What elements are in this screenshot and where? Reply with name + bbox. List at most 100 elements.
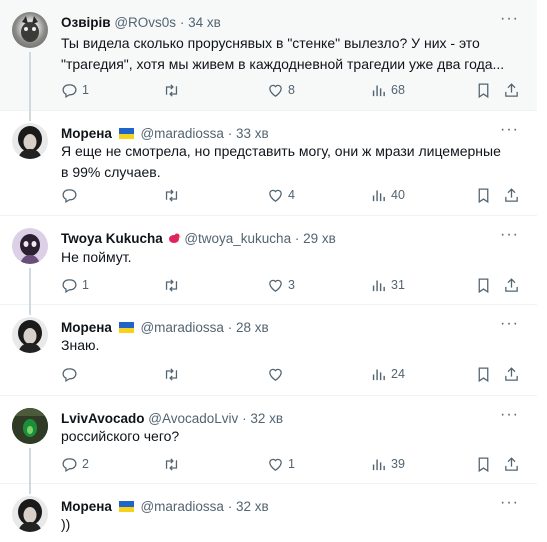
- share-button[interactable]: [503, 364, 524, 384]
- tweet-1[interactable]: Озвірів @ROvs0s · 34 хв ··· Ты видела ск…: [0, 0, 537, 111]
- display-name[interactable]: LvivAvocado: [61, 411, 145, 426]
- views-icon: [372, 369, 385, 380]
- action-bar: 24: [61, 364, 519, 384]
- avatar[interactable]: [12, 123, 48, 159]
- views-button[interactable]: 24: [370, 364, 405, 384]
- action-bar: 1 8 68: [61, 80, 519, 100]
- views-count: 24: [391, 367, 405, 381]
- tweet-text: Знаю.: [61, 337, 100, 353]
- user-handle[interactable]: @ROvs0s: [114, 15, 176, 30]
- thread-line: [29, 305, 31, 315]
- like-button[interactable]: 8: [267, 80, 295, 100]
- retweet-button[interactable]: [163, 364, 184, 384]
- tweet-text: Я еще не смотрела, но представить могу, …: [61, 143, 501, 180]
- user-handle[interactable]: @maradiossa: [140, 499, 224, 514]
- reply-count: 2: [82, 457, 89, 471]
- views-count: 31: [391, 278, 405, 292]
- like-button[interactable]: 4: [267, 185, 295, 205]
- tweet-text: )): [61, 516, 71, 532]
- share-icon: [505, 82, 518, 97]
- views-icon: [372, 190, 385, 201]
- timestamp[interactable]: 33 хв: [236, 126, 269, 141]
- reply-button[interactable]: 2: [61, 454, 89, 474]
- more-icon[interactable]: ···: [500, 406, 519, 424]
- share-button[interactable]: [503, 454, 524, 474]
- ukraine-flag-icon: [118, 128, 134, 139]
- tweet-text: Не поймут.: [61, 249, 132, 265]
- separator-dot: ·: [227, 126, 233, 141]
- display-name[interactable]: Морена: [61, 499, 112, 514]
- retweet-button[interactable]: [163, 185, 184, 205]
- thread-line: [29, 268, 31, 305]
- timestamp[interactable]: 32 хв: [236, 499, 269, 514]
- user-handle[interactable]: @maradiossa: [140, 320, 224, 335]
- more-icon[interactable]: ···: [500, 226, 519, 244]
- ukraine-flag-icon: [118, 322, 134, 333]
- reply-button[interactable]: [61, 364, 82, 384]
- timestamp[interactable]: 29 хв: [303, 231, 336, 246]
- reply-button[interactable]: 1: [61, 80, 89, 100]
- action-bar: 1 3 31: [61, 275, 519, 295]
- views-count: 39: [391, 457, 405, 471]
- reply-button[interactable]: [61, 185, 82, 205]
- tweet-3[interactable]: Twoya Kukucha @twoya_kukucha · 29 хв ···…: [0, 216, 537, 305]
- tweet-2[interactable]: Морена @maradiossa · 33 хв ··· Я еще не …: [0, 111, 537, 216]
- avatar[interactable]: [12, 12, 48, 48]
- like-count: 8: [288, 83, 295, 97]
- more-icon[interactable]: ···: [500, 315, 519, 333]
- bookmark-button[interactable]: [475, 185, 496, 205]
- display-name[interactable]: Морена: [61, 320, 112, 335]
- tweet-6[interactable]: Морена @maradiossa · 32 хв ··· )): [0, 484, 537, 542]
- like-button[interactable]: 3: [267, 275, 295, 295]
- tweet-4[interactable]: Морена @maradiossa · 28 хв ··· Знаю. 24: [0, 305, 537, 396]
- more-icon[interactable]: ···: [500, 494, 519, 512]
- thread-line: [29, 111, 31, 121]
- more-icon[interactable]: ···: [500, 10, 519, 28]
- user-handle[interactable]: @twoya_kukucha: [184, 231, 291, 246]
- avatar[interactable]: [12, 317, 48, 353]
- bookmark-icon: [478, 366, 489, 382]
- bookmark-button[interactable]: [475, 364, 496, 384]
- views-button[interactable]: 68: [370, 80, 405, 100]
- more-icon[interactable]: ···: [500, 121, 519, 139]
- display-name[interactable]: Озвірів: [61, 15, 111, 30]
- bookmark-button[interactable]: [475, 80, 496, 100]
- user-handle[interactable]: @maradiossa: [140, 126, 224, 141]
- display-name[interactable]: Морена: [61, 126, 112, 141]
- ukraine-flag-icon: [118, 501, 134, 512]
- timestamp[interactable]: 34 хв: [188, 15, 221, 30]
- retweet-button[interactable]: [163, 80, 184, 100]
- share-button[interactable]: [503, 275, 524, 295]
- like-button[interactable]: [267, 364, 288, 384]
- retweet-button[interactable]: [163, 275, 184, 295]
- like-count: 1: [288, 457, 295, 471]
- retweet-button[interactable]: [163, 454, 184, 474]
- share-button[interactable]: [503, 185, 524, 205]
- like-icon: [269, 84, 282, 97]
- share-button[interactable]: [503, 80, 524, 100]
- thread-line: [29, 52, 31, 111]
- like-icon: [269, 458, 282, 471]
- tweet-text: российского чего?: [61, 428, 180, 444]
- tweet-5[interactable]: LvivAvocado @AvocadoLviv · 32 хв ··· рос…: [0, 396, 537, 484]
- avatar[interactable]: [12, 228, 48, 264]
- tweet-header: Озвірів @ROvs0s · 34 хв: [61, 14, 497, 32]
- bookmark-button[interactable]: [475, 275, 496, 295]
- thread-line: [29, 484, 31, 494]
- views-icon: [372, 280, 385, 291]
- timestamp[interactable]: 28 хв: [236, 320, 269, 335]
- views-button[interactable]: 39: [370, 454, 405, 474]
- reply-count: 1: [82, 278, 89, 292]
- like-button[interactable]: 1: [267, 454, 295, 474]
- views-button[interactable]: 40: [370, 185, 405, 205]
- avatar[interactable]: [12, 408, 48, 444]
- like-icon: [269, 279, 282, 292]
- bookmark-button[interactable]: [475, 454, 496, 474]
- views-button[interactable]: 31: [370, 275, 405, 295]
- reply-button[interactable]: 1: [61, 275, 89, 295]
- timestamp[interactable]: 32 хв: [250, 411, 283, 426]
- display-name[interactable]: Twoya Kukucha: [61, 231, 163, 246]
- user-handle[interactable]: @AvocadoLviv: [148, 411, 238, 426]
- share-icon: [505, 277, 518, 292]
- avatar[interactable]: [12, 496, 48, 532]
